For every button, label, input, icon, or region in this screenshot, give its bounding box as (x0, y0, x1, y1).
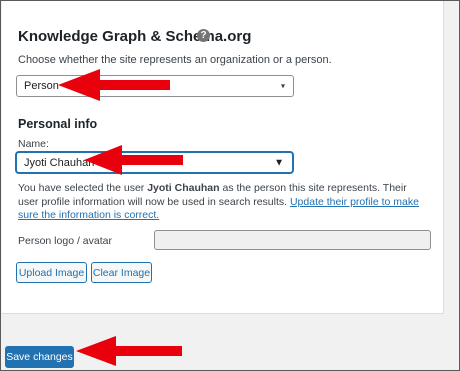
person-name-select-value: Jyoti Chauhan (24, 156, 95, 169)
settings-panel: Knowledge Graph & Schema.org ? Choose wh… (2, 1, 444, 314)
notice-text-before: You have selected the user (18, 182, 148, 194)
scrollbar-gutter (444, 1, 459, 313)
save-changes-label: Save changes (6, 351, 73, 363)
represents-select[interactable]: Person ▾ (16, 75, 294, 97)
section-description: Choose whether the site represents an or… (18, 54, 332, 66)
represents-select-value: Person (24, 80, 59, 92)
clear-image-button[interactable]: Clear Image (91, 262, 152, 283)
save-changes-button[interactable]: Save changes (5, 346, 74, 368)
personal-info-heading: Personal info (18, 117, 98, 131)
upload-image-button[interactable]: Upload Image (16, 262, 87, 283)
clear-image-label: Clear Image (92, 266, 151, 279)
chevron-down-icon: ▼ (274, 157, 284, 168)
upload-image-label: Upload Image (18, 266, 85, 279)
help-icon[interactable]: ? (197, 29, 210, 42)
screenshot-frame: Knowledge Graph & Schema.org ? Choose wh… (0, 0, 460, 371)
name-label: Name: (18, 138, 49, 150)
section-title: Knowledge Graph & Schema.org (18, 28, 252, 45)
selected-user-notice: You have selected the user Jyoti Chauhan… (18, 182, 428, 223)
person-name-select[interactable]: Jyoti Chauhan ▼ (16, 152, 293, 173)
person-logo-url-field (154, 230, 431, 250)
person-logo-label: Person logo / avatar (18, 235, 112, 247)
notice-user-name: Jyoti Chauhan (147, 182, 220, 194)
chevron-down-icon: ▾ (280, 81, 285, 91)
